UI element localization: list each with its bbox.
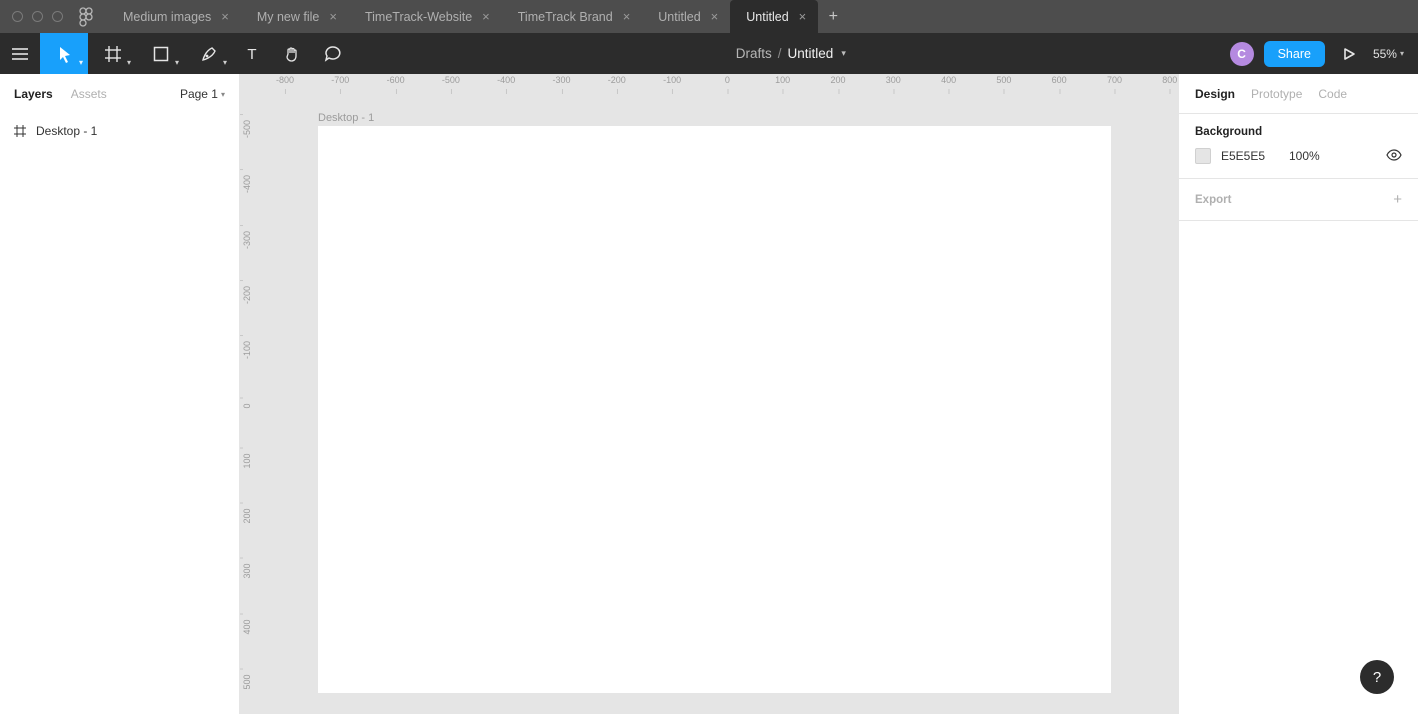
left-panel: Layers Assets Page 1▾ Desktop - 1 bbox=[0, 74, 240, 714]
close-icon[interactable]: × bbox=[221, 10, 229, 23]
tab-medium-images[interactable]: Medium images× bbox=[107, 0, 241, 33]
tab-design[interactable]: Design bbox=[1195, 87, 1235, 101]
canvas[interactable]: -800-700-600-500-400-300-200-10001002003… bbox=[240, 74, 1178, 714]
background-title: Background bbox=[1195, 126, 1402, 138]
chevron-down-icon: ▾ bbox=[79, 58, 83, 67]
traffic-minimize[interactable] bbox=[32, 11, 43, 22]
close-icon[interactable]: × bbox=[799, 10, 807, 23]
frame-desktop-1[interactable] bbox=[318, 126, 1111, 693]
background-section: Background E5E5E5 100% bbox=[1179, 114, 1418, 179]
chevron-down-icon: ▾ bbox=[175, 58, 179, 67]
tab-code[interactable]: Code bbox=[1318, 87, 1347, 101]
tab-my-new-file[interactable]: My new file× bbox=[241, 0, 349, 33]
os-tab-bar: Medium images× My new file× TimeTrack-We… bbox=[0, 0, 1418, 33]
file-tabs: Medium images× My new file× TimeTrack-We… bbox=[107, 0, 848, 33]
visibility-toggle[interactable] bbox=[1386, 149, 1402, 164]
figma-logo-icon[interactable] bbox=[79, 7, 93, 27]
svg-text:T: T bbox=[247, 46, 256, 62]
tab-timetrack-brand[interactable]: TimeTrack Brand× bbox=[502, 0, 643, 33]
background-opacity[interactable]: 100% bbox=[1289, 149, 1329, 163]
move-tool[interactable]: ▾ bbox=[40, 33, 88, 74]
tab-untitled-1[interactable]: Untitled× bbox=[642, 0, 730, 33]
frame-icon bbox=[14, 125, 26, 137]
shape-tool[interactable]: ▾ bbox=[136, 33, 184, 74]
tab-layers[interactable]: Layers bbox=[14, 87, 53, 101]
text-tool[interactable]: T bbox=[232, 33, 272, 74]
close-icon[interactable]: × bbox=[623, 10, 631, 23]
help-button[interactable]: ? bbox=[1360, 660, 1394, 694]
frame-label[interactable]: Desktop - 1 bbox=[318, 112, 374, 124]
present-button[interactable] bbox=[1335, 33, 1363, 74]
main-menu-button[interactable] bbox=[0, 33, 40, 74]
tab-prototype[interactable]: Prototype bbox=[1251, 87, 1302, 101]
breadcrumb-location[interactable]: Drafts bbox=[736, 46, 772, 61]
close-icon[interactable]: × bbox=[329, 10, 337, 23]
chevron-down-icon: ▾ bbox=[127, 58, 131, 67]
ruler-vertical: -500-400-300-200-1000100200300400500 bbox=[240, 94, 260, 714]
pen-tool[interactable]: ▾ bbox=[184, 33, 232, 74]
close-icon[interactable]: × bbox=[482, 10, 490, 23]
ruler-horizontal: -800-700-600-500-400-300-200-10001002003… bbox=[260, 74, 1178, 94]
comment-tool[interactable] bbox=[312, 33, 352, 74]
chevron-down-icon: ▾ bbox=[1400, 49, 1404, 58]
zoom-level[interactable]: 55%▾ bbox=[1373, 47, 1404, 61]
traffic-close[interactable] bbox=[12, 11, 23, 22]
tab-untitled-2[interactable]: Untitled× bbox=[730, 0, 818, 33]
close-icon[interactable]: × bbox=[711, 10, 719, 23]
new-tab-button[interactable]: + bbox=[818, 0, 848, 33]
share-button[interactable]: Share bbox=[1264, 41, 1325, 67]
tab-timetrack-website[interactable]: TimeTrack-Website× bbox=[349, 0, 502, 33]
toolbar: ▾ ▾ ▾ ▾ T Drafts / Untitled ▾ C Share 55… bbox=[0, 33, 1418, 74]
page-selector[interactable]: Page 1▾ bbox=[180, 87, 225, 101]
breadcrumb-file[interactable]: Untitled bbox=[788, 46, 834, 61]
chevron-down-icon: ▾ bbox=[221, 90, 225, 99]
plus-icon[interactable]: + bbox=[1393, 191, 1402, 208]
chevron-down-icon[interactable]: ▾ bbox=[841, 48, 846, 59]
right-panel: Design Prototype Code Background E5E5E5 … bbox=[1178, 74, 1418, 714]
background-hex[interactable]: E5E5E5 bbox=[1221, 149, 1279, 163]
chevron-down-icon: ▾ bbox=[223, 58, 227, 67]
layer-name: Desktop - 1 bbox=[36, 124, 97, 138]
background-swatch[interactable] bbox=[1195, 148, 1211, 164]
ruler-corner bbox=[240, 74, 260, 94]
hand-tool[interactable] bbox=[272, 33, 312, 74]
export-section[interactable]: Export + bbox=[1179, 179, 1418, 221]
mac-traffic-lights bbox=[0, 11, 73, 22]
avatar[interactable]: C bbox=[1230, 42, 1254, 66]
layer-list: Desktop - 1 bbox=[0, 114, 239, 148]
export-label: Export bbox=[1195, 194, 1231, 206]
frame-tool[interactable]: ▾ bbox=[88, 33, 136, 74]
tab-assets[interactable]: Assets bbox=[71, 87, 107, 101]
layer-row[interactable]: Desktop - 1 bbox=[0, 118, 239, 144]
traffic-zoom[interactable] bbox=[52, 11, 63, 22]
breadcrumb[interactable]: Drafts / Untitled ▾ bbox=[352, 46, 1230, 61]
